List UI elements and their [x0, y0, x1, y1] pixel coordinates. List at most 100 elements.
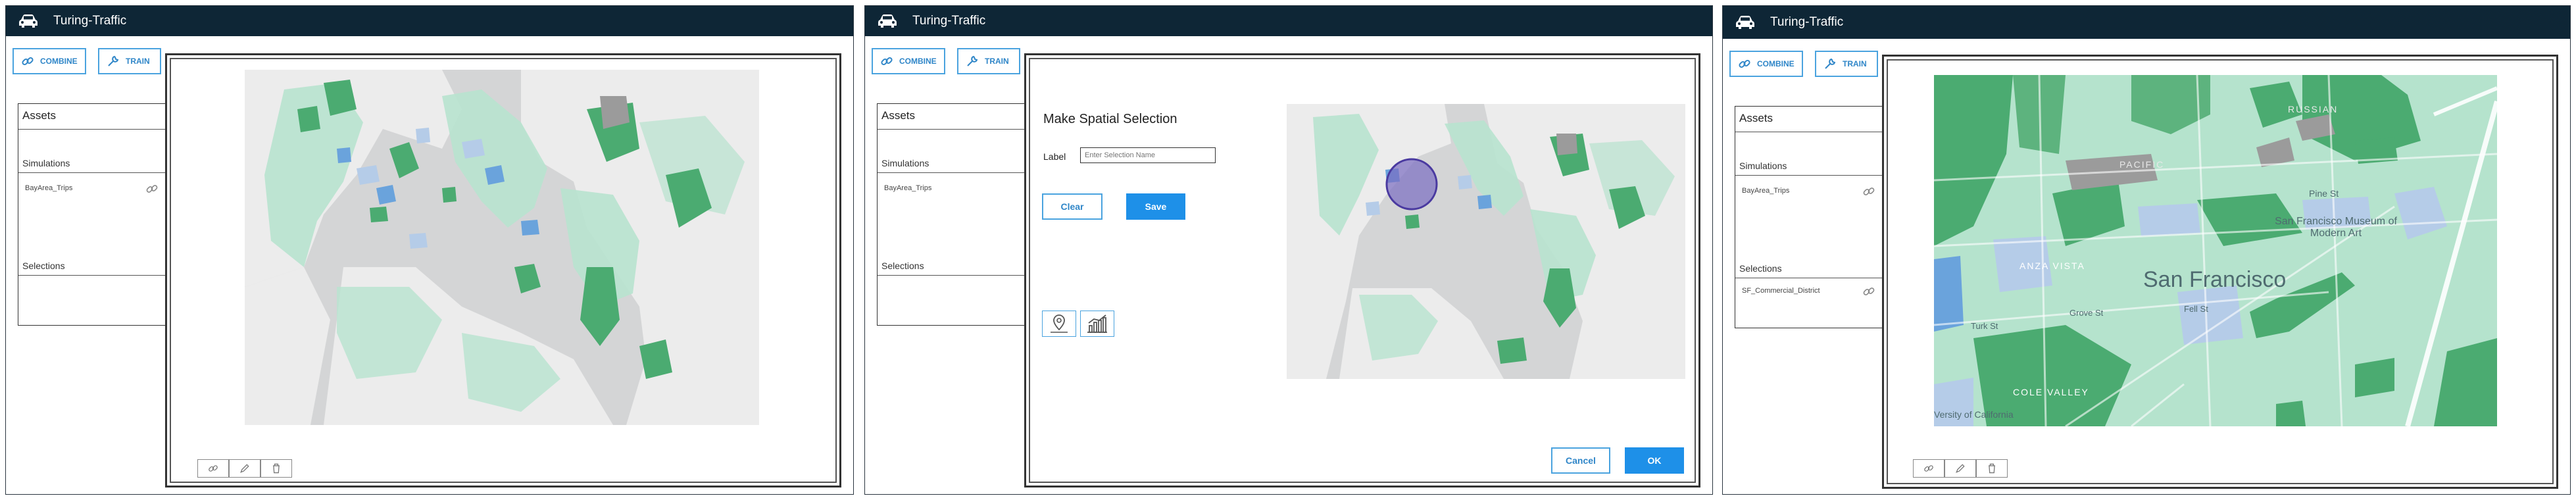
- san-francisco-map-graphic: [1934, 75, 2497, 426]
- place-label: RUSSIAN: [2288, 104, 2339, 114]
- chart-button[interactable]: [1080, 311, 1114, 337]
- trash-icon: [1989, 463, 1995, 474]
- link-icon[interactable]: [145, 182, 159, 196]
- place-label: PACIFIC: [2119, 159, 2165, 170]
- assets-panel: Assets Simulations BayArea_Trips Selecti…: [877, 103, 1026, 326]
- cancel-button[interactable]: Cancel: [1551, 447, 1610, 474]
- train-button[interactable]: TRAIN: [957, 48, 1020, 74]
- title-bar: Turing-Traffic: [6, 6, 853, 36]
- divider: [878, 129, 1025, 130]
- train-label: TRAIN: [126, 57, 150, 66]
- simulations-heading: Simulations: [881, 158, 929, 168]
- map-frame: San Francisco San Francisco Museum of Mo…: [1882, 55, 2558, 489]
- assets-heading: Assets: [881, 109, 916, 122]
- link-icon: [209, 465, 218, 472]
- assets-panel: Assets Simulations BayArea_Trips Selecti…: [1735, 106, 1883, 328]
- combine-label: COMBINE: [1757, 59, 1795, 68]
- map-pin-button[interactable]: [1042, 311, 1076, 337]
- street-label: Grove St: [2069, 308, 2104, 318]
- ok-button[interactable]: OK: [1625, 447, 1684, 474]
- train-label: TRAIN: [1843, 59, 1867, 68]
- simulation-item[interactable]: BayArea_Trips: [1742, 187, 1789, 195]
- city-label: San Francisco: [2143, 267, 2287, 292]
- delete-button[interactable]: [1976, 459, 2008, 478]
- link-icon: [1739, 59, 1750, 68]
- combine-button[interactable]: COMBINE: [872, 48, 945, 74]
- place-label: San Francisco Museum of Modern Art: [2275, 216, 2397, 239]
- panel-selection-detail: Turing-Traffic COMBINE TRAIN Assets Simu…: [1722, 5, 2571, 495]
- link-icon: [881, 57, 893, 66]
- link-icon[interactable]: [1862, 184, 1876, 199]
- divider: [18, 129, 166, 130]
- selection-name-input[interactable]: [1080, 147, 1216, 163]
- assets-panel: Assets Simulations BayArea_Trips Selecti…: [18, 103, 166, 326]
- divider: [878, 275, 1025, 276]
- simulation-item[interactable]: BayArea_Trips: [884, 184, 931, 192]
- save-button[interactable]: Save: [1126, 193, 1185, 220]
- pencil-icon: [240, 464, 249, 473]
- panel-spatial-selection: Turing-Traffic COMBINE TRAIN Assets Simu…: [864, 5, 1713, 495]
- train-button[interactable]: TRAIN: [1815, 51, 1878, 77]
- combine-button[interactable]: COMBINE: [1729, 51, 1803, 77]
- map-toolbar: [1913, 459, 2008, 478]
- app-title: Turing-Traffic: [912, 14, 986, 28]
- car-icon: [878, 14, 897, 28]
- map-frame-inner: [170, 58, 837, 483]
- street-label: Pine St: [2309, 188, 2339, 199]
- train-button[interactable]: TRAIN: [98, 48, 161, 74]
- title-bar: Turing-Traffic: [865, 6, 1712, 36]
- combine-button[interactable]: COMBINE: [12, 48, 86, 74]
- bay-area-map-graphic: [245, 70, 759, 425]
- divider: [18, 172, 166, 173]
- place-label: ANZA VISTA: [2019, 261, 2085, 271]
- clear-button[interactable]: Clear: [1042, 193, 1102, 220]
- map-pin-icon: [1051, 314, 1068, 333]
- combine-label: COMBINE: [40, 57, 78, 66]
- simulations-heading: Simulations: [22, 158, 70, 168]
- spatial-selection-title: Make Spatial Selection: [1043, 112, 1177, 126]
- street-label: Fell St: [2184, 304, 2208, 314]
- link-button[interactable]: [1913, 459, 1944, 478]
- app-title: Turing-Traffic: [53, 14, 127, 28]
- simulations-heading: Simulations: [1739, 161, 1787, 171]
- wrench-icon: [108, 55, 119, 66]
- label-field-label: Label: [1043, 151, 1066, 162]
- selections-heading: Selections: [22, 261, 65, 271]
- car-icon: [19, 14, 37, 28]
- link-icon: [1924, 465, 1933, 472]
- selection-map-graphic: [1287, 104, 1685, 379]
- bay-area-map[interactable]: [245, 70, 759, 425]
- assets-heading: Assets: [22, 109, 57, 122]
- link-button[interactable]: [197, 459, 229, 478]
- combine-label: COMBINE: [899, 57, 937, 66]
- selections-heading: Selections: [881, 261, 924, 271]
- edit-button[interactable]: [229, 459, 260, 478]
- pencil-icon: [1956, 464, 1965, 473]
- link-icon[interactable]: [1862, 284, 1876, 299]
- map-frame: [165, 53, 841, 488]
- app-title: Turing-Traffic: [1770, 15, 1844, 29]
- divider: [1735, 175, 1883, 176]
- dialog-frame: Make Spatial Selection Label Clear Save: [1024, 53, 1700, 488]
- divider: [878, 172, 1025, 173]
- selection-map[interactable]: [1287, 104, 1685, 379]
- edit-button[interactable]: [1944, 459, 1976, 478]
- link-icon: [22, 57, 34, 66]
- delete-button[interactable]: [260, 459, 292, 478]
- selection-item[interactable]: SF_Commercial_District: [1742, 287, 1820, 295]
- map-toolbar: [197, 459, 292, 478]
- car-icon: [1736, 16, 1754, 29]
- landmark-label: Versity of California: [1934, 409, 2014, 420]
- panel-overview: Turing-Traffic COMBINE TRAIN Assets Simu…: [5, 5, 854, 495]
- san-francisco-map[interactable]: San Francisco San Francisco Museum of Mo…: [1934, 75, 2497, 426]
- wrench-icon: [1825, 58, 1836, 69]
- train-label: TRAIN: [985, 57, 1009, 66]
- selections-heading: Selections: [1739, 263, 1782, 274]
- simulation-item[interactable]: BayArea_Trips: [25, 184, 72, 192]
- divider: [18, 275, 166, 276]
- dialog-frame-inner: Make Spatial Selection Label Clear Save: [1029, 58, 1696, 483]
- place-label: COLE VALLEY: [2013, 387, 2089, 397]
- street-label: Turk St: [1971, 321, 1998, 331]
- map-frame-inner: San Francisco San Francisco Museum of Mo…: [1887, 59, 2554, 484]
- title-bar: Turing-Traffic: [1723, 6, 2570, 39]
